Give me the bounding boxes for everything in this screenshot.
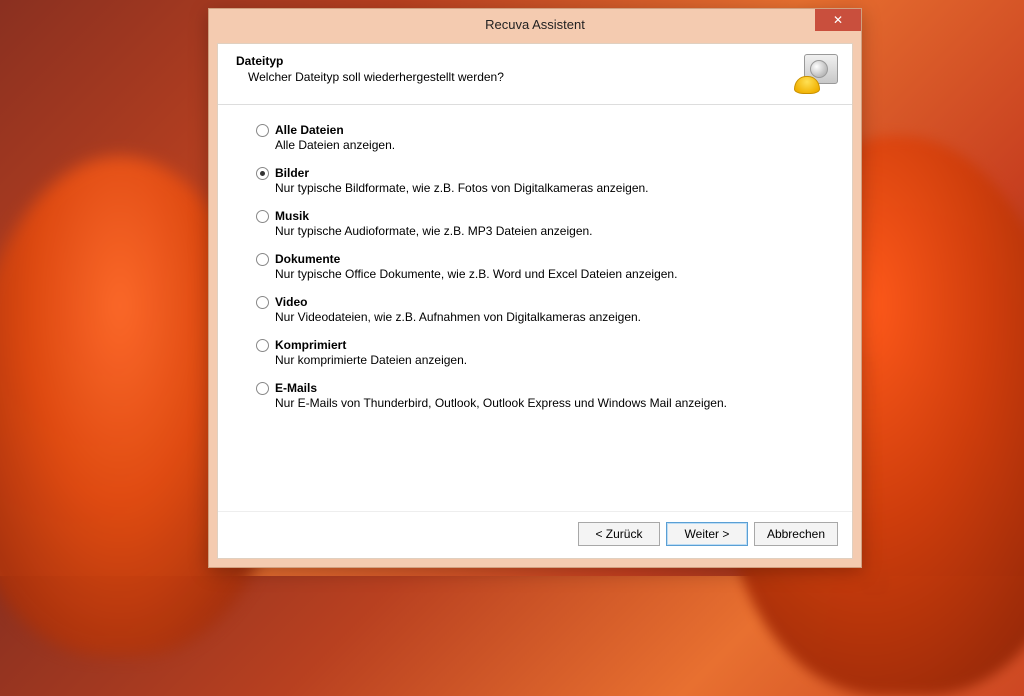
- option-description: Nur komprimierte Dateien anzeigen.: [275, 353, 467, 367]
- radio-documents[interactable]: [256, 253, 269, 266]
- option-label: Alle Dateien: [275, 123, 395, 137]
- page-title: Dateityp: [236, 54, 504, 68]
- radio-music[interactable]: [256, 210, 269, 223]
- close-icon: ✕: [833, 13, 843, 27]
- option-text-all: Alle DateienAlle Dateien anzeigen.: [275, 123, 395, 152]
- wizard-window: Recuva Assistent ✕ Dateityp Welcher Date…: [208, 8, 862, 568]
- option-label: Dokumente: [275, 252, 677, 266]
- option-video[interactable]: VideoNur Videodateien, wie z.B. Aufnahme…: [256, 295, 832, 324]
- window-title: Recuva Assistent: [209, 17, 861, 32]
- option-text-pictures: BilderNur typische Bildformate, wie z.B.…: [275, 166, 649, 195]
- option-documents[interactable]: DokumenteNur typische Office Dokumente, …: [256, 252, 832, 281]
- option-label: E-Mails: [275, 381, 727, 395]
- option-description: Nur typische Audioformate, wie z.B. MP3 …: [275, 224, 593, 238]
- option-emails[interactable]: E-MailsNur E-Mails von Thunderbird, Outl…: [256, 381, 832, 410]
- wizard-footer: < Zurück Weiter > Abbrechen: [218, 511, 852, 558]
- option-text-video: VideoNur Videodateien, wie z.B. Aufnahme…: [275, 295, 641, 324]
- option-label: Bilder: [275, 166, 649, 180]
- option-label: Video: [275, 295, 641, 309]
- cancel-button[interactable]: Abbrechen: [754, 522, 838, 546]
- option-text-documents: DokumenteNur typische Office Dokumente, …: [275, 252, 677, 281]
- option-text-compressed: KomprimiertNur komprimierte Dateien anze…: [275, 338, 467, 367]
- radio-video[interactable]: [256, 296, 269, 309]
- close-button[interactable]: ✕: [815, 9, 861, 31]
- option-label: Komprimiert: [275, 338, 467, 352]
- option-text-emails: E-MailsNur E-Mails von Thunderbird, Outl…: [275, 381, 727, 410]
- option-description: Nur E-Mails von Thunderbird, Outlook, Ou…: [275, 396, 727, 410]
- next-button[interactable]: Weiter >: [666, 522, 748, 546]
- radio-emails[interactable]: [256, 382, 269, 395]
- file-type-options: Alle DateienAlle Dateien anzeigen. Bilder…: [218, 105, 852, 511]
- page-subtitle: Welcher Dateityp soll wiederhergestellt …: [248, 70, 504, 84]
- option-pictures[interactable]: BilderNur typische Bildformate, wie z.B.…: [256, 166, 832, 195]
- titlebar: Recuva Assistent ✕: [209, 9, 861, 39]
- option-text-music: MusikNur typische Audioformate, wie z.B.…: [275, 209, 593, 238]
- radio-compressed[interactable]: [256, 339, 269, 352]
- option-description: Nur Videodateien, wie z.B. Aufnahmen von…: [275, 310, 641, 324]
- back-button[interactable]: < Zurück: [578, 522, 660, 546]
- hard-hat-icon: [794, 76, 820, 94]
- option-description: Alle Dateien anzeigen.: [275, 138, 395, 152]
- wizard-header: Dateityp Welcher Dateityp soll wiederher…: [218, 44, 852, 105]
- option-description: Nur typische Office Dokumente, wie z.B. …: [275, 267, 677, 281]
- option-label: Musik: [275, 209, 593, 223]
- header-text: Dateityp Welcher Dateityp soll wiederher…: [236, 54, 504, 84]
- option-music[interactable]: MusikNur typische Audioformate, wie z.B.…: [256, 209, 832, 238]
- header-icon: [794, 54, 838, 94]
- radio-all[interactable]: [256, 124, 269, 137]
- client-area: Dateityp Welcher Dateityp soll wiederher…: [217, 43, 853, 559]
- option-description: Nur typische Bildformate, wie z.B. Fotos…: [275, 181, 649, 195]
- option-compressed[interactable]: KomprimiertNur komprimierte Dateien anze…: [256, 338, 832, 367]
- radio-pictures[interactable]: [256, 167, 269, 180]
- option-all[interactable]: Alle DateienAlle Dateien anzeigen.: [256, 123, 832, 152]
